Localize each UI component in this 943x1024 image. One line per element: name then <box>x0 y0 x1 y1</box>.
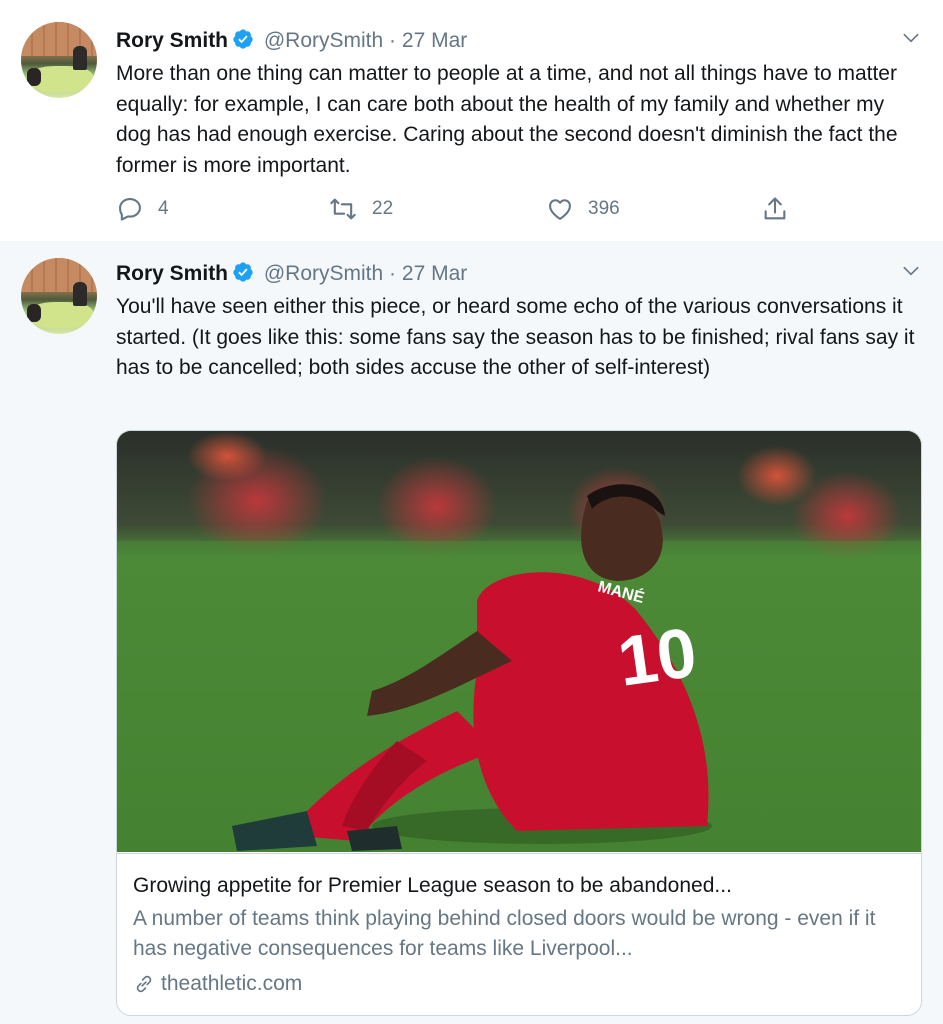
chevron-down-icon[interactable] <box>901 261 921 281</box>
avatar[interactable] <box>21 22 97 98</box>
reply-icon <box>119 198 141 221</box>
card-description: A number of teams think playing behind c… <box>133 907 876 960</box>
link-card[interactable]: MANÉ 10 Growing appetite for Premier Lea… <box>116 430 922 1016</box>
tweet[interactable]: Rory Smith @RorySmith · 27 Mar You'll ha… <box>0 241 943 1024</box>
tweet-actions: 4 22 396 <box>116 195 796 225</box>
tweet-date[interactable]: 27 Mar <box>402 262 467 285</box>
author-name[interactable]: Rory Smith <box>116 262 228 285</box>
share-icon <box>764 197 786 220</box>
reply-count: 4 <box>158 198 169 219</box>
reply-button[interactable]: 4 <box>116 195 169 223</box>
retweet-icon <box>330 198 356 220</box>
author-handle[interactable]: @RorySmith <box>264 29 383 52</box>
link-icon <box>136 975 152 993</box>
author-name[interactable]: Rory Smith <box>116 29 228 52</box>
card-title[interactable]: Growing appetite for Premier League seas… <box>133 872 732 900</box>
avatar[interactable] <box>21 258 97 334</box>
tweet-header: Rory Smith @RorySmith · 27 Mar <box>116 28 467 54</box>
share-button[interactable] <box>761 195 789 223</box>
retweet-button[interactable]: 22 <box>328 195 393 223</box>
like-button[interactable]: 396 <box>546 195 620 223</box>
verified-badge-icon <box>233 29 253 49</box>
verified-badge-icon <box>233 262 253 282</box>
retweet-count: 22 <box>372 198 394 219</box>
footballer-photo[interactable]: MANÉ 10 <box>117 431 921 852</box>
tweet-header: Rory Smith @RorySmith · 27 Mar <box>116 261 467 287</box>
tweet[interactable]: Rory Smith @RorySmith · 27 Mar More than… <box>0 0 943 241</box>
tweet-text: More than one thing can matter to people… <box>116 62 898 177</box>
separator-dot: · <box>389 262 397 285</box>
card-domain[interactable]: theathletic.com <box>133 970 302 998</box>
separator-dot: · <box>389 29 397 52</box>
tweet-text: You'll have seen either this piece, or h… <box>116 295 915 379</box>
card-body[interactable]: Growing appetite for Premier League seas… <box>117 853 921 1015</box>
heart-icon <box>549 199 571 220</box>
card-image-graphic: MANÉ 10 <box>117 431 921 852</box>
tweet-date[interactable]: 27 Mar <box>402 29 467 52</box>
card-domain-text: theathletic.com <box>161 972 303 995</box>
jersey-number: 10 <box>613 613 701 701</box>
author-handle[interactable]: @RorySmith <box>264 262 383 285</box>
like-count: 396 <box>588 198 620 219</box>
chevron-down-icon[interactable] <box>901 28 921 48</box>
